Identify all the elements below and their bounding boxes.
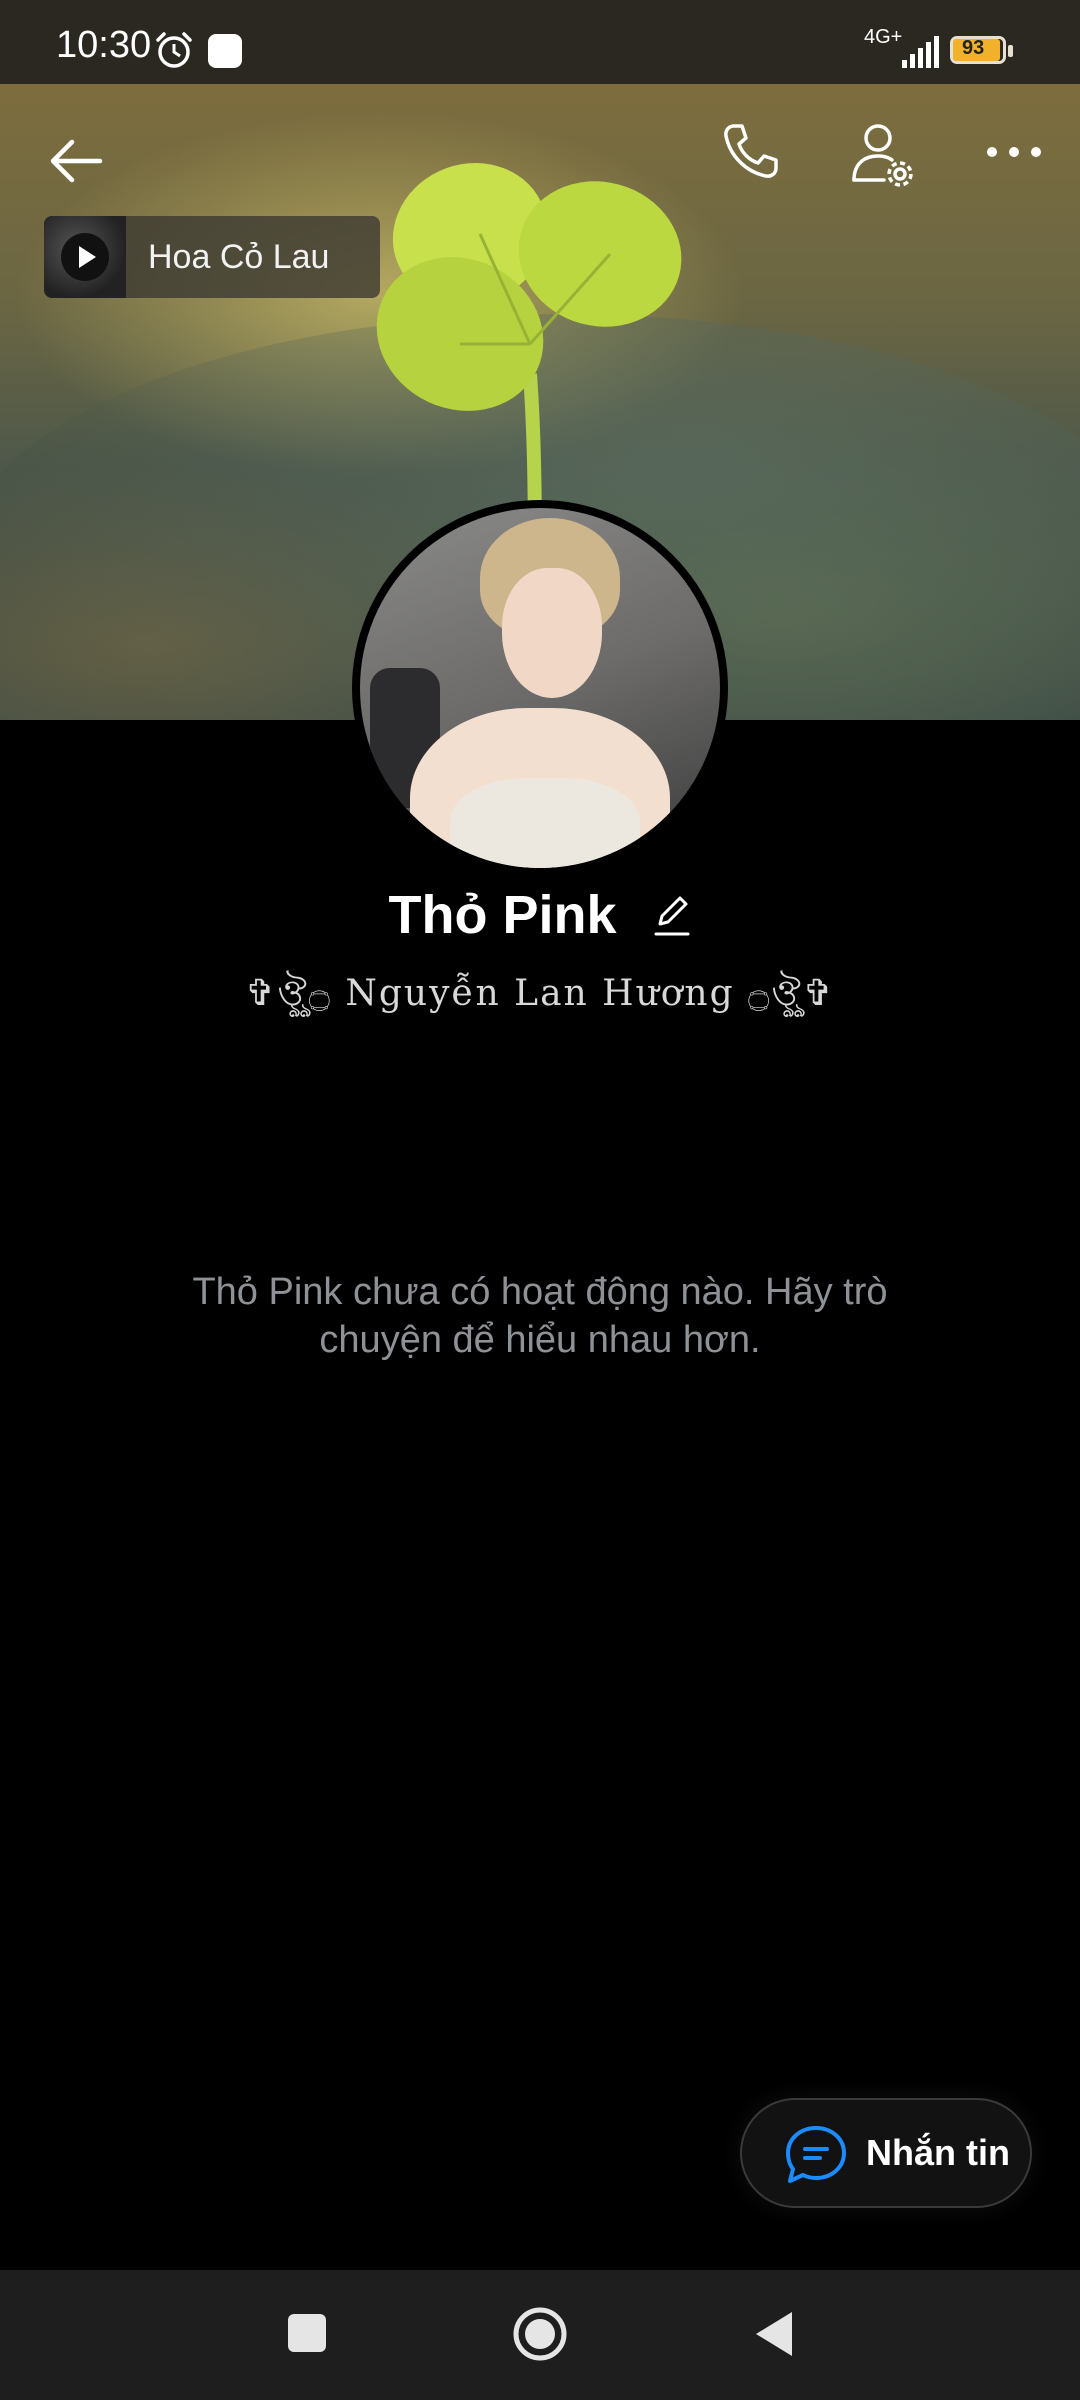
home-icon[interactable] — [512, 2306, 568, 2362]
profile-music-chip[interactable]: Hoa Cỏ Lau — [44, 216, 380, 298]
more-options-icon[interactable] — [982, 120, 1046, 184]
profile-bio-name: ✞ঔৣ۝ Nguyễn Lan Hương ۝ঔৣ✞ — [245, 973, 835, 1014]
chat-bubble-icon — [786, 2126, 846, 2183]
music-title: Hoa Cỏ Lau — [148, 238, 330, 276]
back-arrow-icon[interactable] — [44, 128, 110, 194]
nav-back-icon[interactable] — [752, 2308, 796, 2360]
empty-activity-message: Thỏ Pink chưa có hoạt động nào. Hãy trò … — [192, 1271, 888, 1361]
network-type: 4G+ — [864, 26, 903, 48]
system-navigation-bar — [0, 2270, 1080, 2400]
phone-icon[interactable] — [718, 120, 782, 184]
status-bar: 10:30 4G+ 93 — [0, 0, 1080, 84]
battery-icon: 93 — [950, 36, 1014, 66]
avatar[interactable] — [352, 500, 728, 876]
signal-icon — [902, 36, 939, 68]
message-button-label: Nhắn tin — [866, 2132, 1010, 2173]
message-button[interactable]: Nhắn tin — [740, 2098, 1032, 2208]
status-time: 10:30 — [56, 24, 152, 66]
music-thumbnail — [44, 216, 126, 298]
user-settings-icon[interactable] — [848, 120, 918, 190]
avatar-photo — [360, 508, 720, 868]
edit-pencil-icon[interactable] — [652, 892, 692, 938]
alarm-icon — [156, 32, 192, 68]
play-icon[interactable] — [60, 232, 110, 282]
display-name-row: Thỏ Pink — [0, 880, 1080, 946]
battery-level: 93 — [962, 37, 985, 59]
notification-icon — [208, 34, 242, 68]
recent-apps-icon[interactable] — [288, 2314, 326, 2352]
display-name: Thỏ Pink — [388, 884, 617, 945]
